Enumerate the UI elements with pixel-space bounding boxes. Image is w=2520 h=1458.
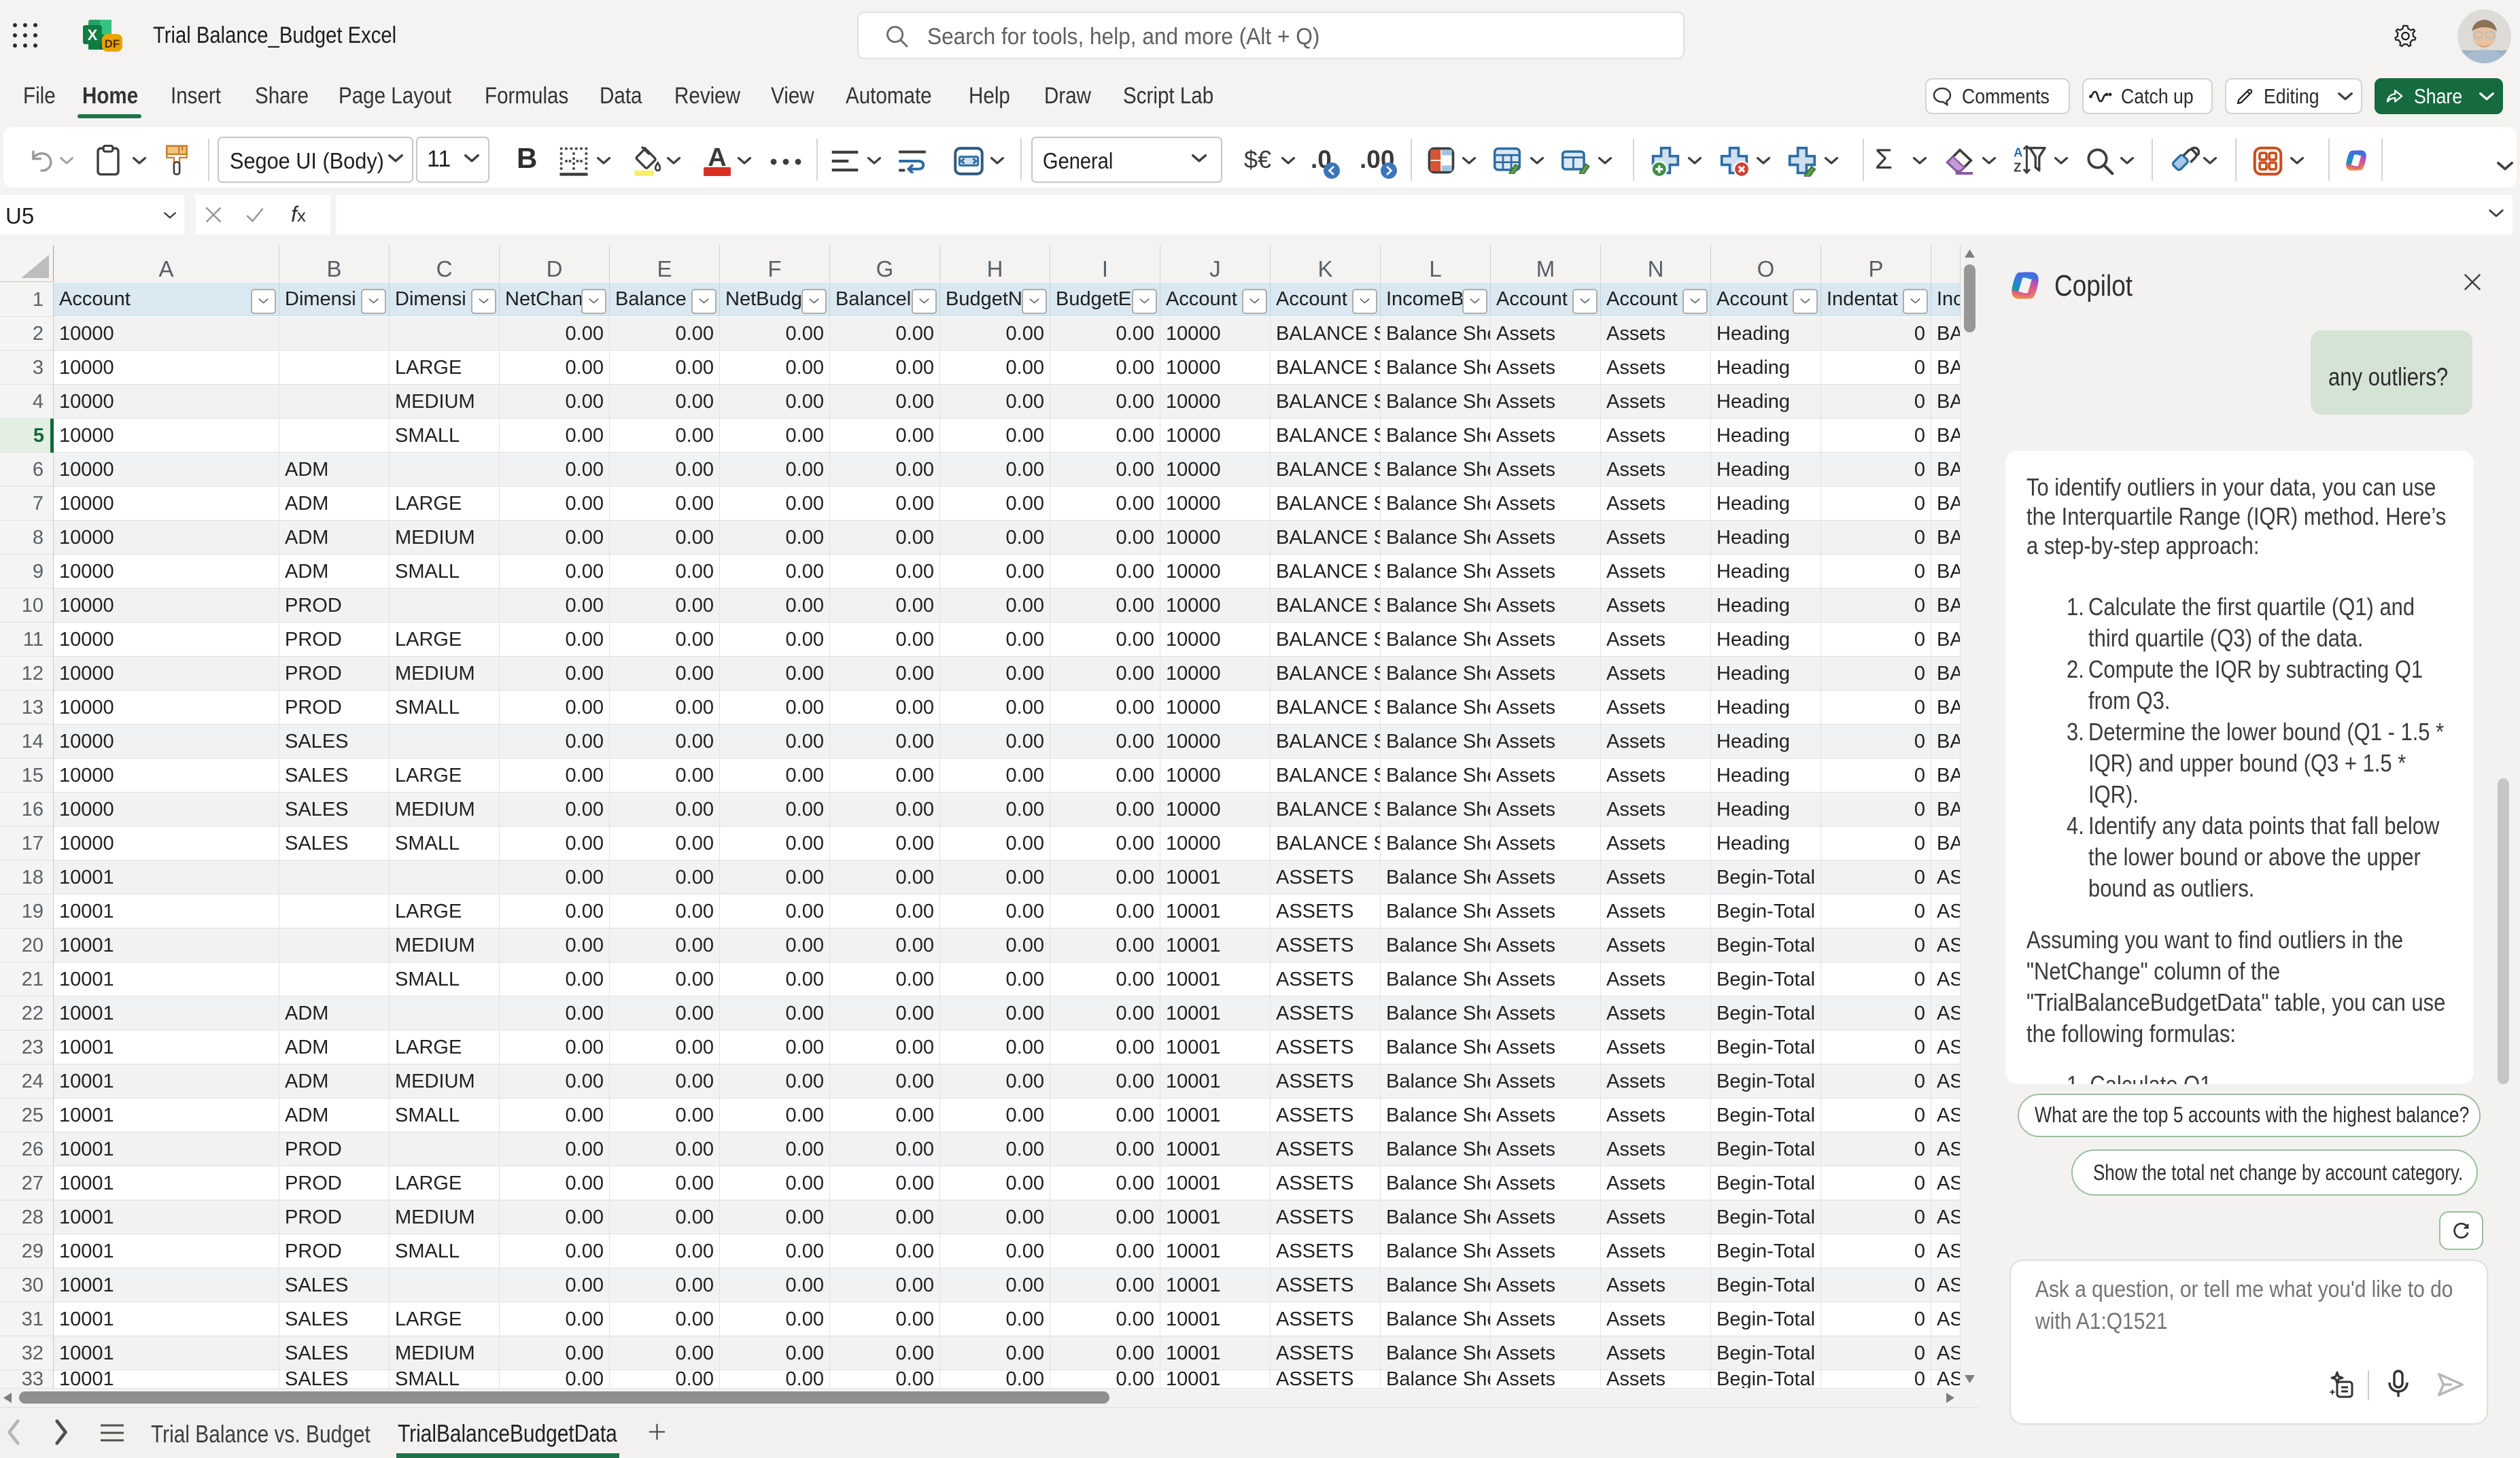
svg-text:A: A <box>2014 145 2022 160</box>
svg-text:DF: DF <box>105 37 120 50</box>
svg-text:Z: Z <box>2014 160 2021 175</box>
svg-text:X: X <box>88 27 98 44</box>
